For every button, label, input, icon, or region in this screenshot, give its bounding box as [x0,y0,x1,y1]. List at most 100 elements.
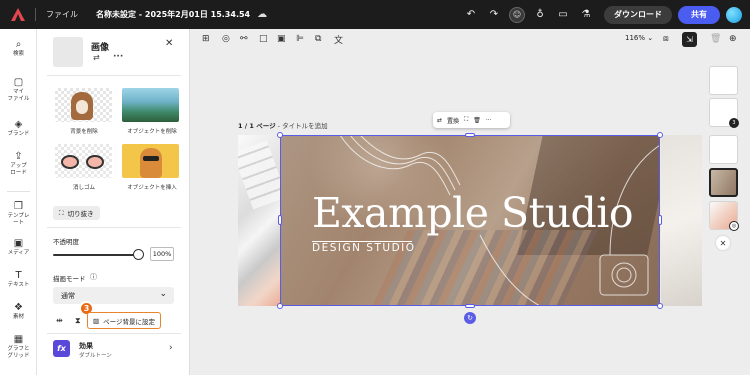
opacity-value-field[interactable]: 100% [150,247,174,261]
resize-handle[interactable] [465,304,475,308]
rotate-icon[interactable]: ↻ [464,312,476,324]
chevron-down-icon: ⌄ [159,289,167,299]
rail-item-grids[interactable]: ▦ グラフと グリッド [0,334,37,360]
text-icon: T [15,270,22,281]
left-rail: ⌕ 検索 ▢ マイ ファイル ◈ ブランド ⇪ アップ ロード ❒ テンプレ ート ▣… [0,29,37,375]
page-thumbnail[interactable] [709,66,738,95]
media-icon: ▣ [13,238,24,249]
elements-icon: ❖ [14,302,23,313]
resize-handle[interactable] [277,303,283,309]
page-label[interactable]: 1 / 1 ページ - タイトルを追加 [238,120,328,130]
add-title-link[interactable]: - タイトルを追加 [276,122,328,130]
zoom-level[interactable]: 116% ⌄ [625,34,653,42]
download-button[interactable]: ダウンロード [604,5,672,24]
panel-divider [47,75,181,76]
rail-label: メディア [7,250,30,256]
resize-handle[interactable] [465,133,475,137]
frame-icon[interactable]: ▣ [277,31,286,47]
flip-vertical-icon[interactable]: ⧗ [75,316,81,326]
add-frame-icon[interactable]: ⊞ [202,31,210,47]
crop-button[interactable]: ⛶ 切り抜き [53,206,100,220]
share-button[interactable]: 共有 [678,5,720,24]
chevron-right-icon[interactable]: › [169,343,173,353]
rail-item-templates[interactable]: ❒ テンプレ ート [0,201,37,227]
image-icon: ▨ [93,316,100,325]
rail-label: テンプレ ート [7,213,30,226]
selection-tool-icon[interactable]: ⇲ [682,32,697,47]
blend-mode-select[interactable]: 通常 ⌄ [53,287,174,304]
tile-label: 背景を削除 [70,129,98,135]
rail-item-brand[interactable]: ◈ ブランド [0,119,37,138]
square-icon[interactable]: □ [259,31,268,47]
rail-item-elements[interactable]: ❖ 素材 [0,302,37,321]
file-menu[interactable]: ファイル [46,9,78,20]
group-icon[interactable]: ⧉ [315,31,321,47]
eraser-tile[interactable] [55,144,112,178]
crop-label: 切り抜き [67,210,94,218]
document-title[interactable]: 名称未設定 - 2025年2月01日 15.34.54 [96,9,250,20]
app-logo-icon[interactable] [11,7,25,22]
resize-handle[interactable] [278,215,282,225]
thumbnail-badge: 3 [729,118,739,128]
flask-icon[interactable]: ⚗ [576,5,596,25]
layers-icon[interactable]: ⧈ [663,31,669,47]
page-thumbnail-selected[interactable] [709,168,738,197]
align-icon[interactable]: ⊫ [296,31,304,47]
rail-label: グラフと グリッド [7,346,30,359]
comment-icon[interactable]: ▭ [553,5,573,25]
effects-title[interactable]: 効果 [79,341,93,351]
resize-handle[interactable] [657,132,663,138]
rail-item-upload[interactable]: ⇪ アップ ロード [0,151,37,177]
sunglasses [143,156,159,161]
crop-icon[interactable]: ⛶ [464,116,468,124]
close-icon[interactable]: ✕ [165,38,173,49]
resize-handle[interactable] [658,215,662,225]
rail-item-text[interactable]: T テキスト [0,270,37,289]
page-thumbnail[interactable]: ◎ [709,201,739,231]
rail-item-search[interactable]: ⌕ 検索 [0,39,37,58]
remove-background-tile[interactable] [55,88,112,122]
glasses-lens-right [86,155,104,169]
user-avatar[interactable] [726,6,742,23]
link-icon[interactable]: ⚯ [240,31,248,47]
rail-label: 素材 [12,314,24,320]
thumbnail-badge-icon: ◎ [729,221,739,231]
cloud-icon[interactable]: ☁ [257,9,267,20]
more-options-icon[interactable]: ··· [113,52,123,62]
replace-icon[interactable]: ⇄ [437,117,442,124]
page-thumbnail[interactable]: 3 [709,98,739,128]
insert-object-tile[interactable] [122,144,179,178]
palette-icon[interactable]: ◎ [222,31,230,47]
flip-horizontal-icon[interactable]: ⇹ [56,316,63,325]
replace-icon[interactable]: ⇄ [93,53,100,62]
opacity-slider-handle[interactable] [133,249,144,260]
more-options-icon[interactable]: ··· [486,117,492,124]
rail-label: アップ ロード [10,163,27,176]
resize-handle[interactable] [657,303,663,309]
page-thumbnail[interactable] [709,135,738,164]
background-photo-left [238,135,288,306]
lightbulb-icon[interactable]: ♁ [530,5,550,25]
info-icon[interactable]: ⓘ [90,272,97,282]
translate-icon[interactable]: 文 [334,31,343,47]
resize-handle[interactable] [277,132,283,138]
rail-label: テキスト [7,282,30,288]
opacity-slider-track[interactable] [53,254,137,256]
remove-object-tile[interactable] [122,88,179,122]
close-icon[interactable]: ✕ [716,236,730,250]
undo-icon[interactable]: ↶ [461,5,481,25]
image-thumbnail [53,37,83,67]
add-page-icon[interactable]: ⊕ [729,31,737,47]
blend-mode-value: 通常 [61,291,75,300]
redo-icon[interactable]: ↷ [484,5,504,25]
rail-item-my-files[interactable]: ▢ マイ ファイル [0,77,37,103]
set-as-background-button[interactable]: ▨ ページ背景に設定 [87,312,161,329]
collaborator-avatar[interactable]: ☺ [507,5,527,25]
rail-item-media[interactable]: ▣ メディア [0,238,37,257]
divider [35,8,36,21]
effects-subtitle: ダブルトーン [79,353,112,359]
replace-label[interactable]: 置換 [447,116,459,125]
delete-icon[interactable]: 🗑 [710,31,721,47]
floating-toolbar: ⇄ 置換 ⛶ 🗑 ··· [433,112,510,128]
delete-icon[interactable]: 🗑 [473,117,481,124]
